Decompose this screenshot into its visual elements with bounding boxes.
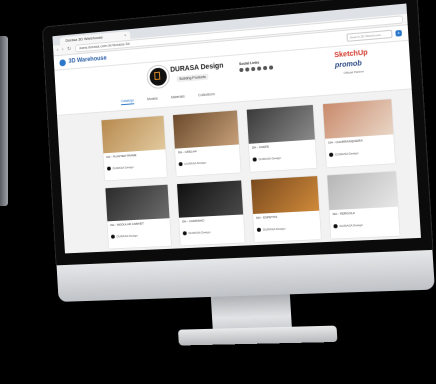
scene: Durasa 3D Warehouse × ‹ › ↻ www.durasa.c… <box>0 0 436 384</box>
monitor-screen: Durasa 3D Warehouse × ‹ › ↻ www.durasa.c… <box>52 3 421 254</box>
profile-badge: Building Products <box>176 73 209 83</box>
sketchup-logo: SketchUp <box>334 49 368 60</box>
tab-collections[interactable]: Collections <box>198 92 215 99</box>
profile-name: DURASA Design <box>170 62 224 74</box>
author-name: DURASA Design <box>116 233 138 239</box>
model-thumbnail[interactable] <box>250 176 320 214</box>
model-grid: DH - PLANTER FRAME DURASA Design DH - GREL… <box>57 89 421 250</box>
model-thumbnail[interactable] <box>327 171 398 211</box>
author-name: DURASA Design <box>339 222 363 229</box>
author-name: DURASA Design <box>262 226 286 232</box>
model-thumbnail[interactable] <box>172 110 239 149</box>
author-avatar <box>256 227 262 232</box>
model-thumbnail[interactable] <box>177 180 244 218</box>
author-avatar <box>110 234 115 239</box>
author-avatar <box>328 152 334 157</box>
monitor: Durasa 3D Warehouse × ‹ › ↻ www.durasa.c… <box>42 0 436 346</box>
author-name: DURASA Design <box>188 230 211 236</box>
author-avatar <box>333 224 338 229</box>
author-avatar <box>182 231 187 236</box>
facebook-icon[interactable] <box>268 65 274 70</box>
tab-materials[interactable]: Materials <box>171 94 185 101</box>
adjacent-monitor-edge <box>0 36 8 206</box>
globe-icon[interactable] <box>251 66 256 72</box>
instagram-icon[interactable] <box>257 66 262 71</box>
model-card[interactable]: DH - CHEFE DURASA Design <box>246 104 317 172</box>
promob-subtitle: Official Partner <box>343 69 365 75</box>
social-links-title: Social Links <box>238 60 260 67</box>
author-name: DURASA Design <box>335 151 359 157</box>
back-icon[interactable]: ‹ <box>57 47 59 53</box>
close-icon[interactable]: × <box>124 31 127 39</box>
site-logo-text[interactable]: 3D Warehouse <box>68 56 106 65</box>
promob-logo: promob <box>334 60 363 70</box>
youtube-icon[interactable] <box>262 65 268 71</box>
model-card[interactable]: DH - CHURRASQUEIRA DURASA Design <box>322 99 396 168</box>
social-links <box>239 65 274 73</box>
author-name: DURASA Design <box>258 155 282 162</box>
warehouse-logo-icon[interactable] <box>59 58 66 66</box>
model-card[interactable]: DH - MODULAR CABINET DURASA Design <box>105 184 172 249</box>
model-thumbnail[interactable] <box>105 184 170 222</box>
profile-tabs: Catalogs Models Materials Collections <box>120 92 215 106</box>
reload-icon[interactable]: ↻ <box>67 46 71 52</box>
model-card[interactable]: DH - PERGOLA DURASA Design <box>327 171 400 239</box>
model-card[interactable]: DH - ESPETOS DURASA Design <box>250 176 321 243</box>
author-avatar <box>252 157 257 162</box>
search-icon[interactable]: ⌕ <box>395 29 403 37</box>
search-input[interactable]: Search 3D Warehouse <box>346 29 393 42</box>
author-name: DURASA Design <box>112 165 134 171</box>
model-thumbnail[interactable] <box>246 104 315 144</box>
email-icon[interactable] <box>239 67 244 73</box>
tab-models[interactable]: Models <box>147 97 158 104</box>
tab-catalogs[interactable]: Catalogs <box>120 98 135 106</box>
model-card[interactable]: DH - GRELHA DURASA Design <box>172 110 241 177</box>
model-thumbnail[interactable] <box>322 99 394 139</box>
monitor-bezel: Durasa 3D Warehouse × ‹ › ↻ www.durasa.c… <box>42 0 433 270</box>
author-name: DURASA Design <box>184 160 207 166</box>
monitor-stand-base <box>177 325 338 346</box>
model-card[interactable]: DH - PLANTER FRAME DURASA Design <box>101 115 168 181</box>
linkedin-icon[interactable] <box>245 67 250 72</box>
author-avatar <box>106 166 111 171</box>
forward-icon[interactable]: › <box>62 47 64 53</box>
brand-logo-icon <box>154 71 161 81</box>
model-card[interactable]: DH - CARRINHO DURASA Design <box>177 180 245 246</box>
author-avatar <box>178 162 183 167</box>
avatar[interactable] <box>147 65 170 89</box>
model-thumbnail[interactable] <box>101 115 166 154</box>
